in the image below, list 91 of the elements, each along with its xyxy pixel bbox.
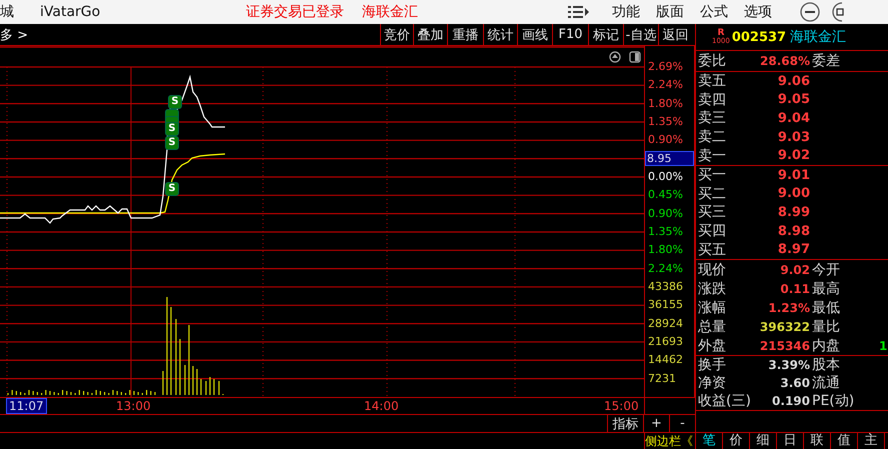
menu-item[interactable]: 公式 — [700, 3, 728, 21]
axis-label: 0.45% — [648, 188, 683, 202]
axis-label: 28924 — [648, 316, 683, 331]
sidebar-toggle[interactable]: 侧边栏《 — [644, 433, 695, 449]
stock-code: 002537 — [732, 30, 786, 44]
menu-icon[interactable] — [568, 5, 590, 19]
ask-price: 9.05 — [776, 92, 810, 108]
axis-label: 2.24% — [648, 262, 683, 276]
field-value: 28.68% — [759, 54, 810, 68]
sell-signal-badge: S — [165, 122, 179, 136]
status-text: 证券交易已登录 — [246, 3, 344, 21]
axis-label: 14462 — [648, 353, 683, 368]
axis-label: 2.69% — [648, 60, 683, 74]
bid-price: 9.00 — [776, 186, 810, 202]
time-cursor-label: 11:07 — [6, 398, 47, 414]
sell-signal-badge: S — [168, 95, 182, 109]
axis-label: 1.35% — [648, 224, 683, 239]
field-label: 股本 — [812, 356, 840, 374]
ask-price: 9.02 — [776, 148, 810, 164]
field-label: 内盘 — [812, 336, 840, 354]
ask-label: 卖一 — [697, 146, 727, 165]
price-marker: 8.95 — [645, 150, 694, 166]
ask-price: 9.04 — [776, 110, 810, 126]
field-value: 0.11 — [779, 282, 810, 296]
field-label: 涨跌 — [697, 280, 727, 298]
axis-label: 43386 — [648, 280, 683, 294]
axis-label: 0.90% — [648, 133, 683, 148]
axis-label: 0.00% — [648, 170, 683, 184]
sell-signal-badge: S — [165, 136, 179, 150]
bid-price: 8.98 — [776, 224, 810, 239]
ask-price: 9.03 — [776, 130, 810, 145]
panel-icon[interactable] — [629, 51, 641, 63]
field-label: 收益(三) — [697, 392, 752, 410]
ask-label: 卖三 — [697, 109, 727, 128]
bid-label: 买五 — [697, 240, 727, 259]
field-value: 3.39% — [767, 358, 810, 372]
menu-item[interactable]: 选项 — [744, 3, 772, 21]
field-label: 委差 — [812, 52, 840, 70]
ask-label: 卖五 — [697, 72, 727, 90]
bid-price: 8.99 — [776, 204, 810, 220]
field-label: 最高 — [812, 280, 840, 298]
bid-label: 买二 — [697, 184, 727, 203]
stock-name: 海联金汇 — [790, 28, 846, 46]
toolbar-button[interactable]: -自选 — [623, 24, 658, 45]
ask-price: 9.06 — [776, 74, 810, 89]
field-label: 今开 — [812, 260, 840, 278]
field-label: 涨幅 — [697, 298, 727, 316]
status-text: 海联金汇 — [362, 3, 418, 21]
axis-label: 1.80% — [648, 243, 683, 258]
restore-icon[interactable] — [832, 2, 844, 22]
field-label: 最低 — [812, 298, 840, 316]
axis-label: 7231 — [648, 372, 676, 386]
axis-label: 0.90% — [648, 206, 683, 221]
field-label: 换手 — [697, 356, 727, 374]
app-title[interactable]: 城 — [0, 3, 14, 21]
field-value: 0.190 — [771, 394, 810, 408]
axis-label: 1.35% — [648, 114, 683, 129]
ask-label: 卖二 — [697, 128, 727, 146]
field-value: 1.23% — [767, 300, 810, 314]
time-label: 14:00 — [364, 399, 399, 413]
field-label: 总量 — [697, 318, 727, 336]
axis-label: 21693 — [648, 334, 683, 349]
bid-label: 买四 — [697, 222, 727, 240]
field-label: 量比 — [812, 318, 840, 336]
ask-label: 卖四 — [697, 90, 727, 109]
field-label: 外盘 — [697, 336, 727, 354]
field-value: 3.60 — [779, 376, 810, 390]
bid-price: 9.01 — [776, 168, 810, 183]
minimize-icon[interactable] — [800, 2, 820, 22]
sell-signal-badge: S — [165, 182, 179, 196]
field-value: 1 — [879, 338, 888, 352]
axis-label: 36155 — [648, 298, 683, 312]
axis-label: 1.80% — [648, 96, 683, 111]
menu-item[interactable]: 功能 — [612, 3, 640, 21]
bid-label: 买三 — [697, 203, 727, 222]
field-label: 现价 — [697, 260, 727, 278]
time-label: 15:00 — [604, 399, 639, 413]
field-value: 9.02 — [779, 262, 810, 276]
breadcrumb-link[interactable]: 多 > — [0, 26, 28, 44]
field-label: 委比 — [697, 52, 727, 70]
bid-label: 买一 — [697, 166, 727, 184]
menu-item[interactable]: 版面 — [656, 3, 684, 21]
field-label: PE(动) — [812, 392, 854, 410]
field-value: 215346 — [758, 338, 810, 352]
time-label: 13:00 — [116, 399, 151, 413]
axis-label: 2.24% — [648, 78, 683, 92]
app-title[interactable]: iVatarGo — [40, 4, 100, 20]
field-value: 396322 — [758, 320, 810, 334]
field-label: 流通 — [812, 374, 840, 392]
field-label: 净资 — [697, 374, 727, 392]
bid-price: 8.97 — [776, 242, 810, 258]
